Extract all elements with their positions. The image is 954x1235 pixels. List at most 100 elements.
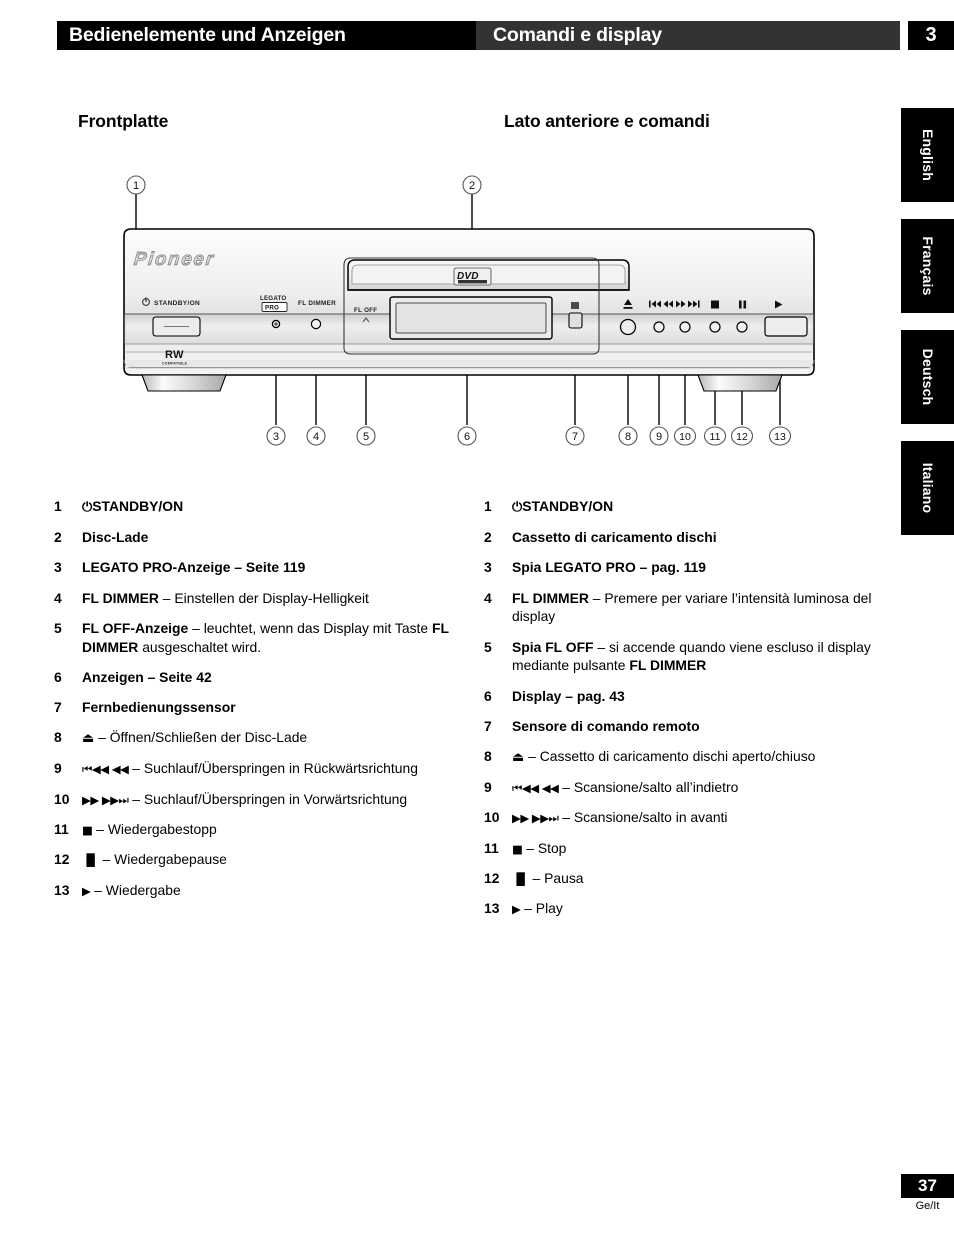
page-language-code: Ge/It [915,1200,940,1212]
list-item-text: ▐▌ – Pausa [512,870,584,887]
language-tab-deutsch[interactable]: Deutsch [901,330,954,424]
list-item-number: 7 [54,699,62,716]
svg-text:4: 4 [313,431,319,443]
list-item-number: 8 [54,729,62,746]
list-item-text: Display – pag. 43 [512,687,625,704]
section-title-german: Frontplatte [78,111,169,131]
svg-text:12: 12 [736,431,748,443]
list-item: 8 ⏏ – Cassetto di caricamento dischi aper… [484,747,904,767]
list-item-number: 2 [54,529,62,546]
pause-button[interactable] [736,321,748,333]
language-tab-francais[interactable]: Français [901,219,954,313]
list-item: 7 Fernbedienungssensor [54,698,474,717]
page-footer: 37 Ge/It [901,1174,954,1212]
unit-foot-right [697,374,783,392]
list-item-text: Cassetto di caricamento dischi [512,529,717,546]
language-tab-label: English [919,129,936,181]
fl-off-label: FL OFF [354,307,377,314]
list-item-text: ⏻STANDBY/ON [512,498,614,515]
list-item: 5 Spia FL OFF – si accende quando viene e… [484,638,904,676]
rw-logo-text: RW [165,349,184,361]
disc-tray[interactable]: DVD [347,259,630,291]
svg-text:9: 9 [656,431,662,443]
section-title-italian: Lato anteriore e comandi [504,111,710,131]
list-item-text: ⏏ – Cassetto di caricamento dischi apert… [512,748,816,766]
list-item-number: 3 [54,559,62,576]
list-item-number: 3 [484,559,492,576]
svg-text:2: 2 [469,180,475,192]
callout-10: 10 [673,426,697,446]
unit-foot-left [141,374,227,392]
standby-on-button[interactable] [152,316,201,337]
svg-text:5: 5 [363,431,369,443]
play-button[interactable] [764,316,808,337]
svg-text:10: 10 [679,431,691,443]
rw-logo-sub: COMPATIBLE [162,362,188,366]
callout-9: 9 [649,426,669,446]
fl-dimmer-button[interactable] [310,318,322,330]
callout-2: 2 [462,175,482,195]
legato-label-line1: LEGATO [260,295,286,302]
callout-4: 4 [306,426,326,446]
list-item-number: 12 [484,870,500,887]
list-item-text: LEGATO PRO-Anzeige – Seite 119 [82,559,306,576]
svg-text:7: 7 [572,431,578,443]
eject-button[interactable] [619,318,637,336]
control-list-german: 1 ⏻STANDBY/ON 2 Disc-Lade 3 LEGATO PRO-Anzeig… [54,497,474,911]
stop-button[interactable] [709,321,721,333]
svg-text:Pioneer: Pioneer [133,249,216,270]
callout-7: 7 [565,426,585,446]
list-item: 6 Display – pag. 43 [484,687,904,706]
list-item-text: ⏻STANDBY/ON [82,498,184,515]
list-item-number: 7 [484,717,492,734]
header-bar-german: Bedienelemente und Anzeigen [57,21,476,50]
header-bar-italian: Comandi e display [476,21,900,50]
list-item: 1 ⏻STANDBY/ON [484,497,904,517]
list-item-number: 6 [54,668,62,685]
list-item-text: FL DIMMER – Einstellen der Display-Helli… [82,589,369,606]
rw-compatible-logo: RW COMPATIBLE [162,349,188,366]
callout-3: 3 [266,426,286,446]
standby-on-label: STANDBY/ON [154,300,200,307]
callout-1: 1 [126,175,146,195]
list-item: 11 ■ – Wiedergabestopp [54,820,474,839]
list-item: 7 Sensore di comando remoto [484,717,904,736]
list-item: 5 FL OFF-Anzeige – leuchtet, wenn das Dis… [54,619,474,657]
list-item: 11 ■ – Stop [484,839,904,858]
dvd-recorder-unit: Pioneer STANDBY/ON LEGATO PRO FL DIMMER [123,228,815,392]
list-item-text: ⏮◀◀ ◀◀ – Scansione/salto all’indietro [512,779,739,796]
svg-text:13: 13 [774,431,786,443]
language-tab-italiano[interactable]: Italiano [901,441,954,535]
callout-5: 5 [356,426,376,446]
list-item: 12 ▐▌ – Wiedergabepause [54,850,474,869]
control-list-italian: 1 ⏻STANDBY/ON 2 Cassetto di caricamento dis… [484,497,904,930]
list-item-number: 1 [54,498,62,514]
svg-text:11: 11 [710,431,721,443]
list-item-number: 6 [484,687,492,704]
list-item: 3 Spia LEGATO PRO – pag. 119 [484,558,904,577]
list-item: 13 ▶ – Wiedergabe [54,881,474,900]
svg-text:6: 6 [464,431,470,443]
list-item: 4 FL DIMMER – Premere per variare l’inten… [484,589,904,627]
header-title-german: Bedienelemente und Anzeigen [69,24,346,46]
list-item-text: Sensore di comando remoto [512,717,700,734]
list-item-number: 12 [54,851,70,868]
legato-pro-label-group: LEGATO PRO [260,295,288,312]
list-item-number: 5 [484,638,492,655]
skip-forward-button[interactable] [679,321,691,333]
list-item-text: ▶ – Wiedergabe [82,881,181,898]
language-tab-label: Italiano [919,462,936,514]
list-item: 12 ▐▌ – Pausa [484,869,904,888]
list-item: 6 Anzeigen – Seite 42 [54,668,474,687]
list-item-number: 2 [484,529,492,546]
language-tab-english[interactable]: English [901,108,954,202]
fl-dimmer-label: FL DIMMER [298,300,336,307]
callout-13: 13 [768,426,792,446]
list-item-text: Fernbedienungssensor [82,699,236,716]
list-item-text: FL DIMMER – Premere per variare l’intens… [512,589,872,625]
skip-back-button[interactable] [653,321,665,333]
list-item: 1 ⏻STANDBY/ON [54,497,474,517]
list-item: 8 ⏏ – Öffnen/Schließen der Disc-Lade [54,728,474,748]
list-item-text: ■ – Wiedergabestopp [82,820,217,837]
list-item-text: ■ – Stop [512,839,567,856]
